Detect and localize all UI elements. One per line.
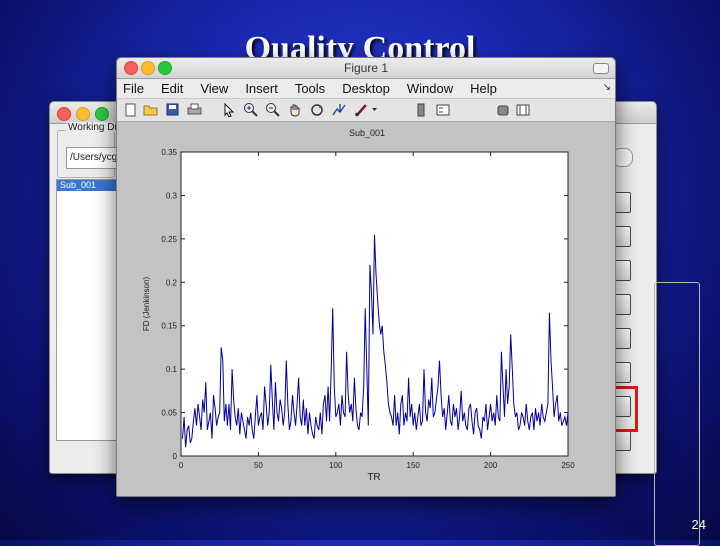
close-window-icon[interactable] xyxy=(57,107,71,121)
rotate-icon[interactable] xyxy=(309,102,324,117)
working-dir-label: Working Di xyxy=(66,122,119,133)
new-figure-icon[interactable] xyxy=(123,102,138,117)
legend-icon[interactable] xyxy=(435,102,450,117)
x-tick-label: 0 xyxy=(179,461,184,470)
y-tick-label: 0.15 xyxy=(161,322,177,331)
menu-tools[interactable]: Tools xyxy=(295,81,325,96)
minimize-window-icon[interactable] xyxy=(76,107,90,121)
zoom-in-icon[interactable] xyxy=(243,102,258,117)
y-tick-label: 0.1 xyxy=(166,365,178,374)
figure-toolbar xyxy=(117,99,615,122)
right-button-panel xyxy=(654,282,700,546)
menu-view[interactable]: View xyxy=(200,81,228,96)
y-tick-label: 0.2 xyxy=(166,278,178,287)
y-tick-label: 0 xyxy=(173,452,178,461)
x-tick-label: 100 xyxy=(329,461,343,470)
pointer-icon[interactable] xyxy=(221,102,236,117)
figure-titlebar: Figure 1 xyxy=(117,58,615,79)
brush-icon[interactable] xyxy=(353,102,368,117)
show-plot-tools-icon[interactable] xyxy=(515,102,530,117)
dropdown-arrow-icon[interactable] xyxy=(370,102,378,117)
menu-window[interactable]: Window xyxy=(407,81,453,96)
x-tick-label: 250 xyxy=(561,461,575,470)
slide-number: 24 xyxy=(691,517,706,532)
menu-file[interactable]: File xyxy=(123,81,144,96)
colorbar-icon[interactable] xyxy=(413,102,428,117)
print-icon[interactable] xyxy=(187,102,202,117)
x-tick-label: 150 xyxy=(407,461,421,470)
chart-title: Sub_001 xyxy=(349,128,385,138)
figure-window-title: Figure 1 xyxy=(343,61,389,75)
figure-menubar: File Edit View Insert Tools Desktop Wind… xyxy=(117,79,615,99)
figure-window: Figure 1 File Edit View Insert Tools Des… xyxy=(116,57,616,497)
menu-edit[interactable]: Edit xyxy=(161,81,183,96)
y-axis-label: FD (Jenkinson) xyxy=(142,277,151,332)
zoom-out-icon[interactable] xyxy=(265,102,280,117)
menu-help[interactable]: Help xyxy=(470,81,497,96)
pan-icon[interactable] xyxy=(287,102,302,117)
y-tick-label: 0.35 xyxy=(161,148,177,157)
maximize-window-icon[interactable] xyxy=(95,107,109,121)
save-icon[interactable] xyxy=(165,102,180,117)
menu-desktop[interactable]: Desktop xyxy=(342,81,390,96)
x-axis-label: TR xyxy=(367,472,380,483)
subject-list-item[interactable]: Sub_001 xyxy=(57,180,121,191)
menu-dock-icon[interactable]: ↘ xyxy=(603,82,611,93)
fd-line-chart: Sub_001 0 0.05 0.1 0.15 0.2 0.25 0.3 0.35 0 50 10… xyxy=(142,128,575,483)
plot-area xyxy=(180,151,569,457)
x-tick-label: 200 xyxy=(484,461,498,470)
toolbar-toggle-icon[interactable] xyxy=(593,63,609,74)
menu-insert[interactable]: Insert xyxy=(245,81,278,96)
y-tick-label: 0.05 xyxy=(161,409,177,418)
x-tick-label: 50 xyxy=(254,461,263,470)
y-tick-label: 0.3 xyxy=(166,191,178,200)
data-cursor-icon[interactable] xyxy=(331,102,346,117)
hide-plot-tools-icon[interactable] xyxy=(495,102,510,117)
open-file-icon[interactable] xyxy=(143,102,158,117)
subject-list[interactable]: Sub_001 xyxy=(56,179,122,441)
y-tick-label: 0.25 xyxy=(161,235,177,244)
